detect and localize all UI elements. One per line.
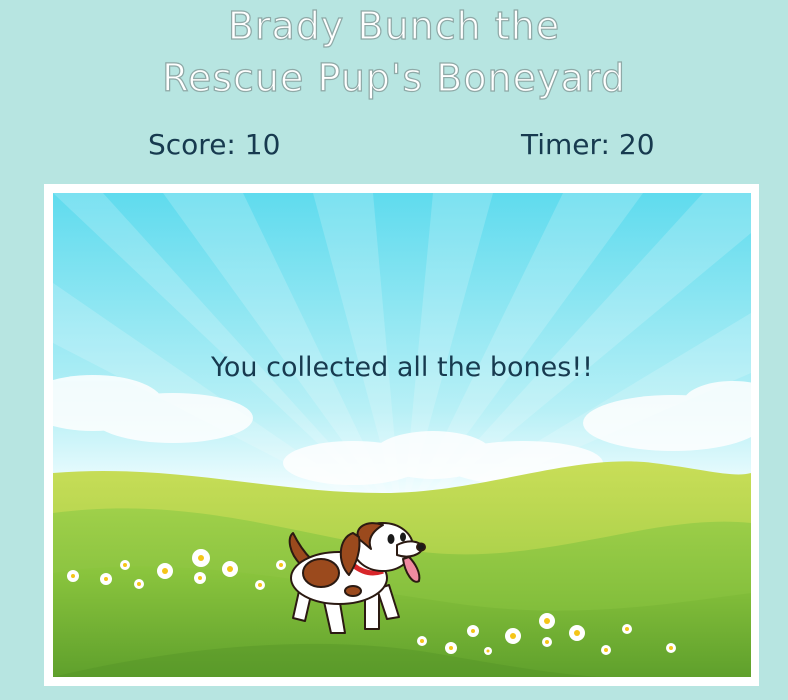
game-title: Brady Bunch the Rescue Pup's Boneyard xyxy=(0,0,788,104)
timer-display: Timer: 20 xyxy=(521,128,655,161)
game-message: You collected all the bones!! xyxy=(211,352,593,383)
game-canvas[interactable]: You collected all the bones!! xyxy=(53,193,751,677)
meadow-background xyxy=(53,193,751,677)
game-frame: You collected all the bones!! xyxy=(44,184,759,686)
title-line-1: Brady Bunch the xyxy=(227,3,561,48)
score-display: Score: 10 xyxy=(148,128,281,161)
title-line-2: Rescue Pup's Boneyard xyxy=(162,55,626,100)
